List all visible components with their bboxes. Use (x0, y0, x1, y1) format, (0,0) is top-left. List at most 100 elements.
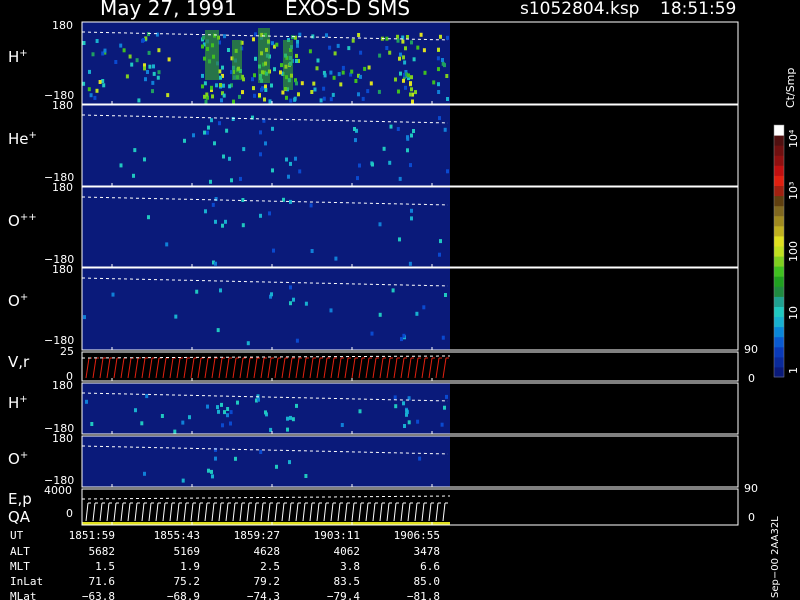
spectrum-pixel (209, 179, 212, 184)
spectrum-pixel (323, 73, 327, 78)
spectrum-pixel (436, 56, 440, 61)
spectrum-pixel (393, 395, 397, 400)
spectrum-pixel (331, 92, 335, 97)
panel-background (82, 383, 450, 434)
spectrum-pixel (114, 60, 118, 64)
ytick-o2-top: 180 (52, 181, 73, 194)
spectrum-pixel (354, 138, 357, 143)
rtick-ep-top: 90 (744, 482, 758, 495)
spectrum-pixel (151, 89, 154, 94)
spectrum-pixel (232, 99, 235, 104)
panel-background (82, 105, 450, 186)
spectrum-pixel (214, 219, 217, 224)
spectrum-pixel (341, 65, 345, 70)
panel-label-vr: V,r (8, 353, 30, 371)
spectrum-pixel (319, 98, 323, 103)
colorbar-segment (774, 336, 784, 348)
spectrum-pixel (409, 81, 412, 86)
spectrum-pixel (143, 157, 146, 162)
spectrum-pixel (226, 413, 229, 418)
spectrum-pixel (336, 43, 340, 48)
footer-cell: 4062 (333, 545, 361, 558)
spectrum-pixel (285, 95, 288, 100)
spectrum-pixel (271, 168, 274, 173)
spectrum-pixel (332, 75, 336, 80)
spectrum-pixel (253, 73, 256, 78)
footer-cell: 3.8 (340, 560, 360, 573)
spectrum-pixel (363, 66, 367, 71)
spectrum-pixel (295, 53, 298, 58)
spectrum-pixel (89, 93, 93, 98)
spectrum-pixel (388, 160, 392, 165)
spectrum-pixel (399, 71, 402, 76)
spectrum-pixel (219, 83, 222, 87)
colorbar-segment (774, 125, 784, 136)
spectrum-pixel (398, 237, 401, 242)
spectrum-pixel (130, 62, 134, 67)
spectrum-pixel (316, 58, 320, 63)
spectrum-pixel (322, 86, 326, 91)
spectrum-pixel (315, 66, 319, 71)
spectrum-pixel (366, 89, 370, 94)
spectrum-pixel (211, 94, 214, 99)
spectrum-pixel (295, 81, 298, 86)
spectrum-pixel (128, 54, 132, 59)
spectrum-pixel (210, 85, 213, 90)
spectrum-pixel (259, 213, 262, 218)
spectrum-pixel (204, 99, 208, 104)
spectrum-pixel (91, 52, 95, 57)
spectrum-pixel (160, 414, 164, 418)
ytick-o3-top: 180 (52, 432, 73, 445)
spectrum-pixel (437, 67, 440, 72)
colorbar-segment (774, 356, 784, 368)
spectrum-pixel (101, 79, 105, 83)
spectrum-pixel (259, 152, 262, 157)
spectrum-pixel (446, 97, 449, 101)
spectrum-pixel (296, 39, 299, 44)
spectrum-pixel (230, 178, 233, 183)
spectrum-pixel (213, 141, 216, 146)
spectrum-pixel (210, 118, 213, 123)
spectrum-pixel (219, 288, 222, 293)
colorbar-tick-10: 10 (787, 306, 800, 320)
spectrum-pixel (438, 252, 441, 257)
spectrum-pixel (231, 117, 235, 121)
spectrum-pixel (358, 409, 362, 414)
footer-cell: 1.5 (95, 560, 115, 573)
panel-label-qa: QA (8, 508, 31, 526)
spectrum-pixel (438, 116, 441, 121)
spectrum-pixel (339, 82, 343, 87)
spectrum-pixel (334, 256, 338, 261)
spectrum-pixel (201, 73, 204, 78)
spectrum-pixel (82, 81, 86, 86)
spectrum-pixel (111, 292, 115, 297)
spectrum-pixel (405, 412, 408, 417)
spectrum-pixel (147, 50, 151, 55)
ytick-ep-top: 4000 (44, 484, 72, 497)
spectrum-pixel (403, 424, 406, 428)
colorbar-segment (774, 135, 784, 146)
spectrum-pixel (394, 77, 397, 82)
panel-background (82, 187, 450, 267)
footer-row-label: UT (10, 529, 24, 542)
spectrum-pixel (270, 83, 273, 88)
spectrum-pixel (411, 99, 414, 104)
spectrum-pixel (406, 136, 410, 141)
spectrum-pixel (227, 48, 230, 52)
colorbar-segment (774, 215, 784, 227)
spectrum-pixel (181, 420, 185, 425)
spectrum-pixel (95, 39, 99, 43)
spectrum-pixel (337, 72, 341, 77)
spectrum-pixel (358, 163, 361, 168)
spectrum-pixel (207, 125, 210, 130)
spectrum-pixel (202, 35, 205, 40)
spectrum-pixel (238, 94, 241, 99)
spectrum-pixel (223, 34, 226, 39)
spectrum-pixel (135, 58, 139, 63)
spectrum-pixel (119, 163, 123, 168)
spectrum-pixel (422, 48, 426, 53)
spectrum-pixel (289, 98, 293, 103)
footer-cell: 5682 (88, 545, 116, 558)
spectrum-pixel (439, 239, 442, 244)
spectrum-pixel (409, 92, 412, 97)
